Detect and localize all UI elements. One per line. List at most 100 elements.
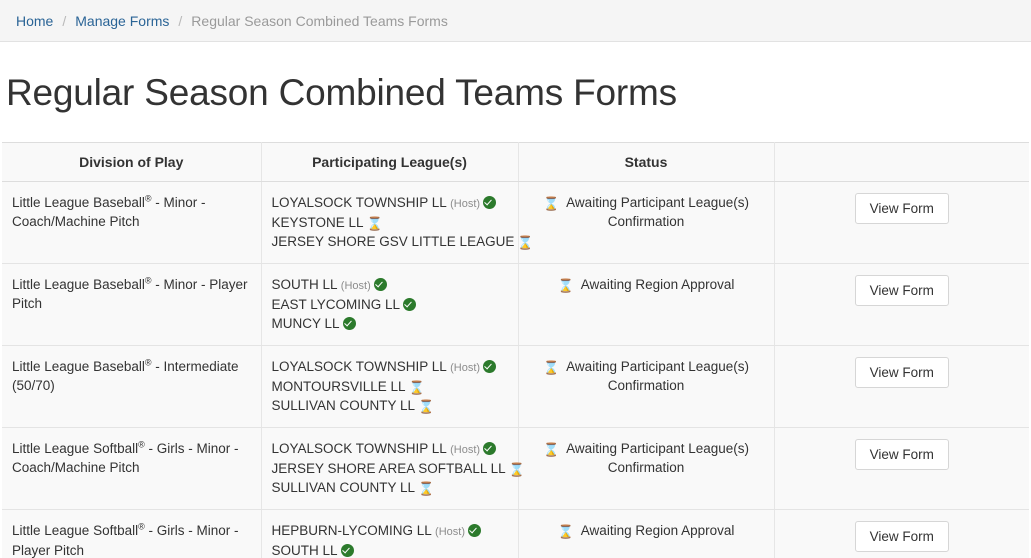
registered-trademark-icon: ® (138, 439, 145, 450)
action-cell: View Form (774, 509, 1029, 558)
breadcrumb: Home / Manage Forms / Regular Season Com… (0, 0, 1031, 42)
host-tag: (Host) (450, 443, 481, 456)
view-form-button[interactable]: View Form (854, 356, 949, 389)
league-entry: SULLIVAN COUNTY LL ⌛ (272, 478, 508, 498)
column-header-actions (774, 141, 1029, 182)
view-form-button[interactable]: View Form (854, 520, 949, 553)
league-entry: JERSEY SHORE GSV LITTLE LEAGUE ⌛ (272, 232, 534, 252)
division-name: Little League Baseball (12, 276, 145, 292)
column-header-status: Status (518, 141, 775, 182)
status-hourglass-icon: ⌛ (557, 523, 574, 539)
view-form-button[interactable]: View Form (854, 192, 949, 225)
registered-trademark-icon: ® (144, 275, 152, 286)
division-of-play-cell: Little League Softball® - Girls - Minor … (2, 509, 262, 558)
league-approved-check-icon (483, 359, 497, 373)
league-entry: SOUTH LL (Host) (272, 275, 508, 295)
division-name: Little League Softball (12, 440, 139, 456)
league-entry: LOYALSOCK TOWNSHIP LL (Host) (272, 357, 508, 377)
league-entry: EAST LYCOMING LL (272, 295, 508, 315)
host-tag: (Host) (450, 197, 481, 210)
league-name: SULLIVAN COUNTY LL (271, 480, 416, 496)
status-text: Awaiting Participant League(s) Confirmat… (566, 194, 750, 230)
league-name: JERSEY SHORE GSV LITTLE LEAGUE (271, 234, 515, 250)
division-of-play-cell: Little League Softball® - Girls - Minor … (2, 427, 262, 510)
breadcrumb-link-home[interactable]: Home (16, 13, 53, 29)
column-header-participating-leagues: Participating League(s) (261, 141, 519, 182)
breadcrumb-item-manage-forms[interactable]: Manage Forms (75, 14, 169, 28)
status-text: Awaiting Participant League(s) Confirmat… (566, 440, 750, 476)
action-cell: View Form (774, 181, 1029, 264)
league-name: LOYALSOCK TOWNSHIP LL (271, 358, 447, 374)
host-tag: (Host) (435, 525, 465, 538)
status-text: Awaiting Participant League(s) Confirmat… (566, 358, 750, 394)
league-entry: SULLIVAN COUNTY LL ⌛ (272, 396, 508, 416)
registered-trademark-icon: ® (144, 193, 152, 204)
league-pending-hourglass-icon: ⌛ (508, 461, 525, 477)
league-entry: LOYALSOCK TOWNSHIP LL (Host) (272, 193, 508, 213)
breadcrumb-item-current: Regular Season Combined Teams Forms (191, 12, 448, 29)
league-approved-check-icon (483, 195, 497, 209)
breadcrumb-item-home[interactable]: Home (16, 14, 53, 28)
status-cell: ⌛ Awaiting Region Approval (518, 509, 775, 558)
division-of-play-cell: Little League Baseball® - Minor - Coach/… (2, 181, 262, 264)
view-form-button[interactable]: View Form (854, 438, 949, 471)
breadcrumb-separator: / (178, 12, 183, 29)
registered-trademark-icon: ® (138, 521, 145, 532)
participating-leagues-cell: SOUTH LL (Host) EAST LYCOMING LL MUNCY LL (261, 263, 519, 346)
league-pending-hourglass-icon: ⌛ (517, 235, 534, 251)
division-of-play-cell: Little League Baseball® - Minor - Player… (2, 263, 262, 346)
league-name: KEYSTONE LL (271, 214, 364, 230)
league-name: LOYALSOCK TOWNSHIP LL (271, 194, 447, 210)
combined-teams-forms-table: Division of Play Participating League(s)… (2, 141, 1029, 558)
status-hourglass-icon: ⌛ (542, 359, 560, 375)
registered-trademark-icon: ® (144, 357, 152, 368)
forms-table-container: Division of Play Participating League(s)… (0, 141, 1031, 558)
action-cell: View Form (774, 345, 1029, 428)
league-entry: JERSEY SHORE AREA SOFTBALL LL ⌛ (272, 459, 525, 479)
league-name: SOUTH LL (271, 276, 338, 292)
participating-leagues-cell: LOYALSOCK TOWNSHIP LL (Host) JERSEY SHORE… (261, 427, 525, 510)
league-name: MUNCY LL (271, 316, 340, 332)
league-pending-hourglass-icon: ⌛ (408, 379, 425, 395)
participating-leagues-cell: LOYALSOCK TOWNSHIP LL (Host) KEYSTONE LL ⌛… (261, 181, 534, 264)
league-approved-check-icon (483, 441, 497, 455)
table-row: Little League Softball® - Girls - Minor … (2, 509, 1029, 558)
view-form-button[interactable]: View Form (854, 274, 949, 307)
table-row: Little League Softball® - Girls - Minor … (2, 427, 1029, 510)
division-name: Little League Softball (12, 522, 139, 538)
host-tag: (Host) (340, 279, 371, 292)
table-row: Little League Baseball® - Minor - Player… (2, 263, 1029, 346)
league-entry: HEPBURN-LYCOMING LL (Host) (272, 521, 508, 541)
status-hourglass-icon: ⌛ (557, 277, 574, 293)
league-entry: MUNCY LL (272, 314, 508, 334)
status-text: Awaiting Region Approval (580, 276, 735, 292)
league-pending-hourglass-icon: ⌛ (418, 481, 435, 497)
league-entry: KEYSTONE LL ⌛ (272, 213, 508, 233)
status-cell: ⌛ Awaiting Region Approval (518, 263, 775, 346)
league-entry: MONTOURSVILLE LL ⌛ (272, 377, 508, 397)
status-hourglass-icon: ⌛ (542, 441, 560, 457)
league-approved-check-icon (468, 523, 481, 537)
division-name: Little League Baseball (12, 358, 145, 374)
status-hourglass-icon: ⌛ (542, 195, 560, 211)
status-cell: ⌛ Awaiting Participant League(s) Confirm… (518, 181, 775, 264)
breadcrumb-separator: / (62, 12, 67, 29)
league-name: LOYALSOCK TOWNSHIP LL (271, 440, 447, 456)
league-approved-check-icon (342, 317, 356, 331)
table-row: Little League Baseball® - Intermediate (… (2, 345, 1029, 428)
table-row: Little League Baseball® - Minor - Coach/… (2, 181, 1029, 264)
league-entry: SOUTH LL (272, 541, 508, 558)
division-of-play-cell: Little League Baseball® - Intermediate (… (2, 345, 262, 428)
breadcrumb-link-manage-forms[interactable]: Manage Forms (75, 13, 169, 29)
status-text: Awaiting Region Approval (580, 522, 735, 538)
participating-leagues-cell: LOYALSOCK TOWNSHIP LL (Host) MONTOURSVILL… (261, 345, 519, 428)
page-title: Regular Season Combined Teams Forms (6, 72, 677, 113)
league-name: SOUTH LL (271, 542, 338, 558)
division-name: Little League Baseball (12, 194, 145, 210)
participating-leagues-cell: HEPBURN-LYCOMING LL (Host) SOUTH LL (261, 509, 519, 558)
league-pending-hourglass-icon: ⌛ (366, 215, 383, 231)
league-name: MONTOURSVILLE LL (271, 378, 406, 394)
league-approved-check-icon (373, 277, 387, 291)
action-cell: View Form (774, 263, 1029, 346)
league-entry: LOYALSOCK TOWNSHIP LL (Host) (272, 439, 508, 459)
